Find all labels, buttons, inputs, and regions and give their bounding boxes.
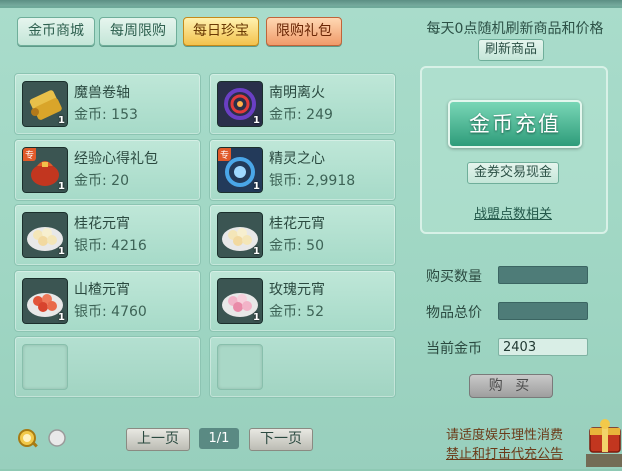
rational-consumption-notice: 请适度娱乐理性消费: [446, 428, 564, 443]
item-price: 银币: 4760: [74, 304, 147, 320]
exclusive-tag: 专: [23, 148, 37, 161]
item-quantity: 1: [253, 312, 260, 323]
item-quantity: 1: [58, 181, 65, 192]
treasure-box-icon[interactable]: [586, 414, 622, 467]
quantity-label: 购买数量: [426, 269, 482, 285]
item-name: 精灵之心: [269, 151, 325, 167]
shop-item-slot[interactable]: 1 山楂元宵 银币: 4760: [14, 270, 201, 332]
current-gold-label: 当前金币: [426, 341, 482, 357]
empty-icon-frame: [22, 344, 68, 390]
item-price: 银币: 2,9918: [269, 173, 356, 189]
item-quantity: 1: [253, 115, 260, 126]
tangyuan-icon: 1: [217, 212, 263, 258]
refresh-goods-button[interactable]: 刷新商品: [478, 39, 544, 61]
fire-ring-icon: 1: [217, 81, 263, 127]
next-page-button[interactable]: 下一页: [249, 428, 313, 451]
shop-item-slot[interactable]: 1 魔兽卷轴 金币: 153: [14, 73, 201, 135]
item-name: 南明离火: [269, 85, 325, 101]
item-name: 桂花元宵: [74, 216, 130, 232]
magnifier-coin-icon[interactable]: [17, 428, 39, 454]
gift-bag-icon: 专 1: [22, 147, 68, 193]
item-name: 玫瑰元宵: [269, 282, 325, 298]
item-price: 金币: 50: [269, 238, 324, 254]
item-quantity: 1: [253, 246, 260, 257]
item-name: 经验心得礼包: [74, 151, 158, 167]
exclusive-tag: 专: [218, 148, 232, 161]
alliance-points-link[interactable]: 战盟点数相关: [470, 203, 556, 222]
item-quantity: 1: [58, 115, 65, 126]
current-gold-field: 2403: [498, 338, 588, 356]
item-price: 金币: 52: [269, 304, 324, 320]
shop-item-slot[interactable]: 1 桂花元宵 金币: 50: [209, 204, 396, 266]
scroll-icon: 1: [22, 81, 68, 127]
tab-limited-gift[interactable]: 限购礼包: [266, 17, 342, 46]
tab-weekly-limit[interactable]: 每周限购: [99, 17, 177, 46]
item-name: 山楂元宵: [74, 282, 130, 298]
rose-tangyuan-icon: 1: [217, 278, 263, 324]
total-price-field: [498, 302, 588, 320]
empty-icon-frame: [217, 344, 263, 390]
empty-item-slot: [14, 336, 201, 398]
tab-daily-treasure[interactable]: 每日珍宝: [183, 17, 259, 46]
item-name: 魔兽卷轴: [74, 85, 130, 101]
total-price-label: 物品总价: [426, 305, 482, 321]
voucher-trade-button[interactable]: 金券交易现金: [467, 162, 559, 184]
tangyuan-icon: 1: [22, 212, 68, 258]
quantity-input[interactable]: [498, 266, 588, 284]
item-quantity: 1: [253, 181, 260, 192]
item-quantity: 1: [58, 312, 65, 323]
shop-item-slot[interactable]: 专 1 经验心得礼包 金币: 20: [14, 139, 201, 201]
buy-button[interactable]: 购 买: [469, 374, 553, 398]
shop-item-slot[interactable]: 1 南明离火 金币: 249: [209, 73, 396, 135]
item-price: 银币: 4216: [74, 238, 147, 254]
silver-coin-icon[interactable]: [48, 429, 66, 451]
shop-item-slot[interactable]: 1 桂花元宵 银币: 4216: [14, 204, 201, 266]
spirit-heart-icon: 专 1: [217, 147, 263, 193]
empty-item-slot: [209, 336, 396, 398]
item-price: 金币: 249: [269, 107, 333, 123]
anti-proxy-recharge-link[interactable]: 禁止和打击代充公告: [446, 443, 563, 462]
tab-gold-mall[interactable]: 金币商城: [17, 17, 95, 46]
prev-page-button[interactable]: 上一页: [126, 428, 190, 451]
item-quantity: 1: [58, 246, 65, 257]
item-price: 金币: 153: [74, 107, 138, 123]
gold-recharge-button[interactable]: 金币充值: [448, 100, 582, 148]
item-name: 桂花元宵: [269, 216, 325, 232]
item-price: 金币: 20: [74, 173, 129, 189]
refresh-notice: 每天0点随机刷新商品和价格: [426, 21, 604, 37]
hawthorn-tangyuan-icon: 1: [22, 278, 68, 324]
page-indicator: 1/1: [199, 428, 239, 449]
shop-item-slot[interactable]: 专 1 精灵之心 银币: 2,9918: [209, 139, 396, 201]
shop-item-slot[interactable]: 1 玫瑰元宵 金币: 52: [209, 270, 396, 332]
